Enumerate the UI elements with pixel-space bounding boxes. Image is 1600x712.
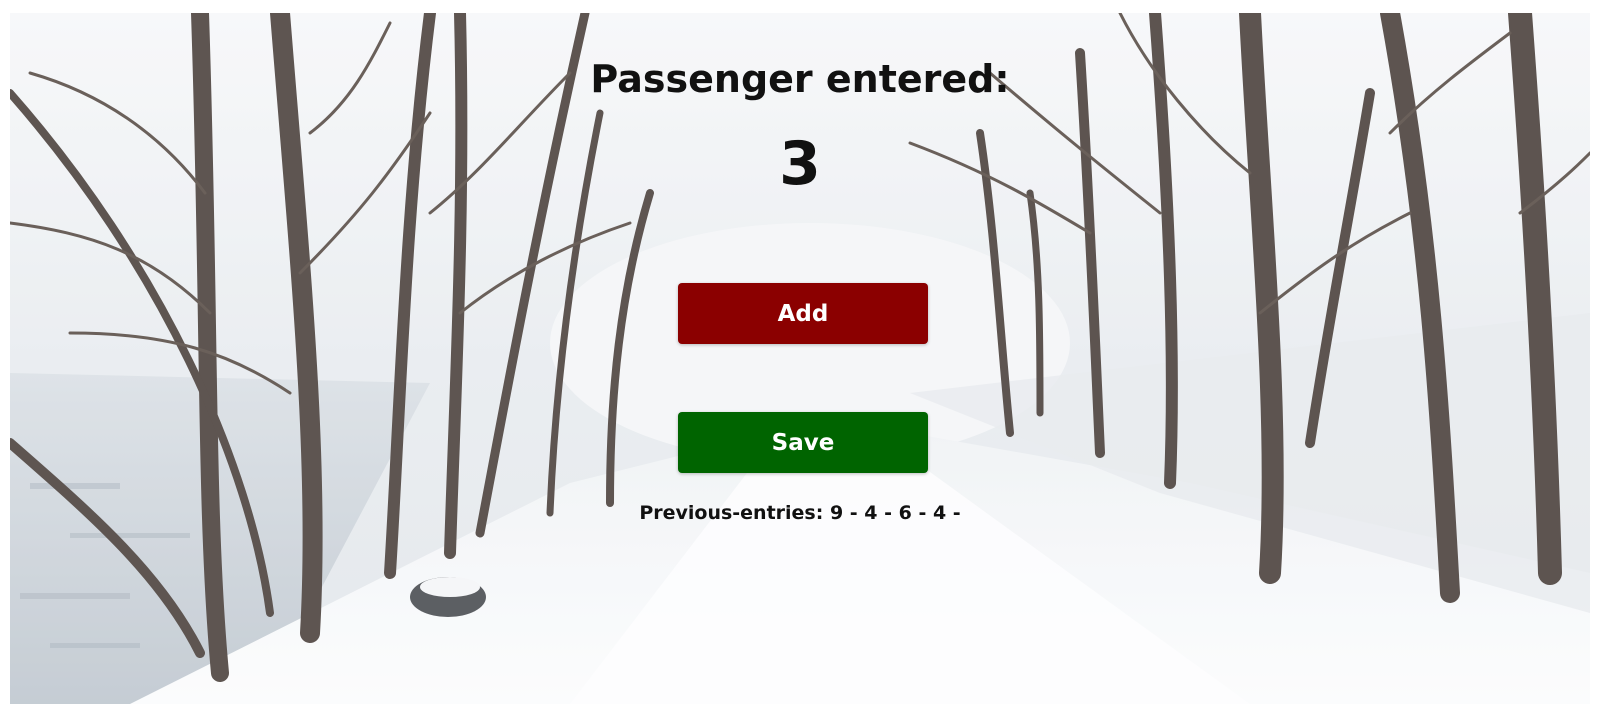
counter-panel: Passenger entered: 3 Add Save Previous-e… <box>10 13 1590 704</box>
counter-title: Passenger entered: <box>590 57 1010 101</box>
previous-entries: Previous-entries: 9 - 4 - 6 - 4 - <box>639 502 961 524</box>
save-button[interactable]: Save <box>678 412 928 473</box>
add-button[interactable]: Add <box>678 283 928 344</box>
passenger-count: 3 <box>779 129 821 199</box>
app-frame: Passenger entered: 3 Add Save Previous-e… <box>10 13 1590 704</box>
